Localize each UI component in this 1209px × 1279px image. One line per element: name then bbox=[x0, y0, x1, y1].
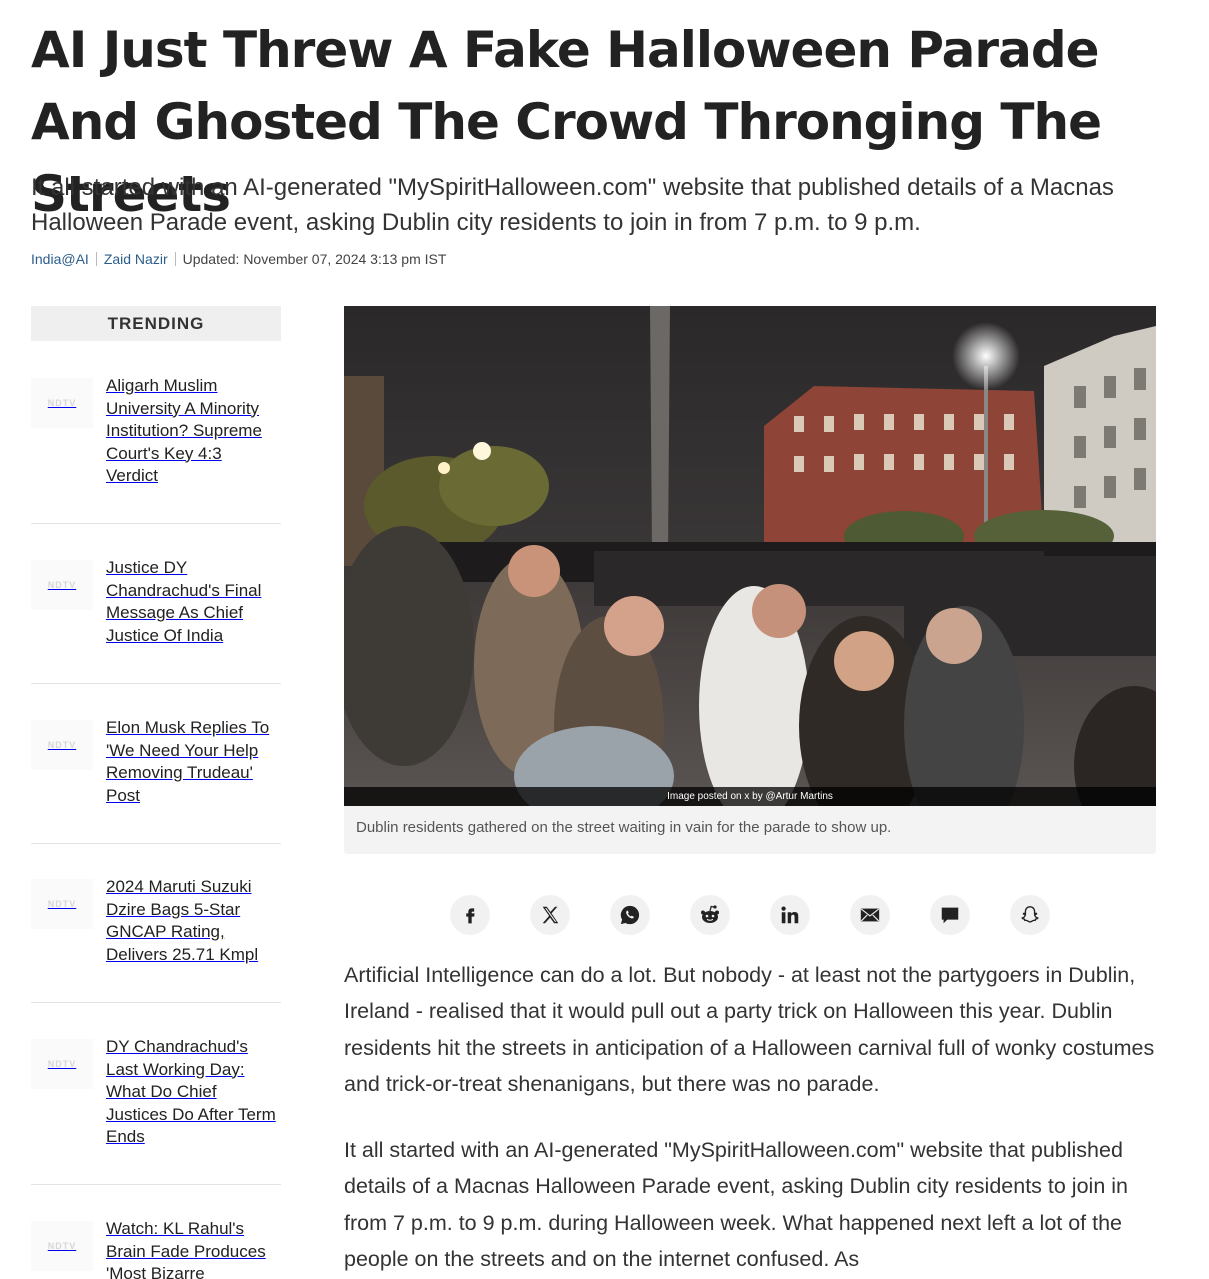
share-whatsapp-button[interactable] bbox=[610, 895, 650, 935]
hero-image: Image posted on x by @Artur Martins bbox=[344, 306, 1156, 806]
reddit-icon bbox=[701, 905, 719, 923]
snapchat-icon bbox=[1021, 906, 1039, 923]
linkedin-icon bbox=[781, 906, 799, 924]
article-paragraph: It all started with an AI-generated "MyS… bbox=[344, 1138, 1128, 1271]
share-email-button[interactable] bbox=[850, 895, 890, 935]
share-x-button[interactable] bbox=[530, 895, 570, 935]
share-linkedin-button[interactable] bbox=[770, 895, 810, 935]
email-icon bbox=[860, 908, 880, 922]
trending-item-title: Justice DY Chandrachud's Final Message A… bbox=[106, 558, 262, 645]
byline-divider bbox=[95, 252, 97, 266]
trending-item-title: Watch: KL Rahul's Brain Fade Produces 'M… bbox=[106, 1219, 266, 1279]
share-facebook-button[interactable] bbox=[450, 895, 490, 935]
x-twitter-icon bbox=[542, 906, 559, 924]
trending-item[interactable]: NDTV 2024 Maruti Suzuki Dzire Bags 5-Sta… bbox=[31, 863, 281, 966]
byline: India@AI Zaid Nazir Updated: November 07… bbox=[31, 251, 446, 267]
section-link[interactable]: India@AI bbox=[31, 251, 89, 267]
trending-thumbnail: NDTV bbox=[31, 720, 93, 770]
trending-heading: TRENDING bbox=[31, 306, 281, 341]
trending-item[interactable]: NDTV Justice DY Chandrachud's Final Mess… bbox=[31, 544, 281, 647]
share-comment-button[interactable] bbox=[930, 895, 970, 935]
facebook-icon bbox=[466, 908, 475, 924]
trending-thumbnail: NDTV bbox=[31, 1221, 93, 1271]
divider bbox=[31, 523, 281, 524]
author-link[interactable]: Zaid Nazir bbox=[104, 251, 168, 267]
image-caption: Dublin residents gathered on the street … bbox=[344, 806, 1156, 854]
share-snapchat-button[interactable] bbox=[1010, 895, 1050, 935]
byline-divider bbox=[174, 252, 176, 266]
divider bbox=[31, 843, 281, 844]
divider bbox=[31, 1184, 281, 1185]
divider bbox=[31, 1002, 281, 1003]
divider bbox=[31, 683, 281, 684]
share-reddit-button[interactable] bbox=[690, 895, 730, 935]
trending-thumbnail: NDTV bbox=[31, 879, 93, 929]
updated-timestamp: Updated: November 07, 2024 3:13 pm IST bbox=[182, 251, 447, 267]
trending-item-title: Elon Musk Replies To 'We Need Your Help … bbox=[106, 718, 270, 805]
crowd-street-scene bbox=[344, 306, 1156, 806]
trending-thumbnail: NDTV bbox=[31, 1039, 93, 1089]
trending-item[interactable]: NDTV DY Chandrachud's Last Working Day: … bbox=[31, 1023, 281, 1149]
whatsapp-icon bbox=[620, 905, 640, 925]
trending-item-title: DY Chandrachud's Last Working Day: What … bbox=[106, 1037, 276, 1146]
trending-item[interactable]: NDTV Aligarh Muslim University A Minorit… bbox=[31, 362, 281, 488]
trending-thumbnail: NDTV bbox=[31, 560, 93, 610]
article-paragraph: Artificial Intelligence can do a lot. Bu… bbox=[344, 963, 1155, 1096]
trending-item[interactable]: NDTV Elon Musk Replies To 'We Need Your … bbox=[31, 704, 281, 807]
trending-item-title: Aligarh Muslim University A Minority Ins… bbox=[106, 376, 262, 485]
article-summary: It all started with an AI-generated "MyS… bbox=[31, 174, 1114, 236]
trending-thumbnail: NDTV bbox=[31, 378, 93, 428]
trending-item[interactable]: NDTV Watch: KL Rahul's Brain Fade Produc… bbox=[31, 1205, 281, 1279]
trending-item-title: 2024 Maruti Suzuki Dzire Bags 5-Star GNC… bbox=[106, 877, 259, 964]
comment-icon bbox=[941, 907, 959, 924]
image-credit: Image posted on x by @Artur Martins bbox=[344, 787, 1156, 806]
